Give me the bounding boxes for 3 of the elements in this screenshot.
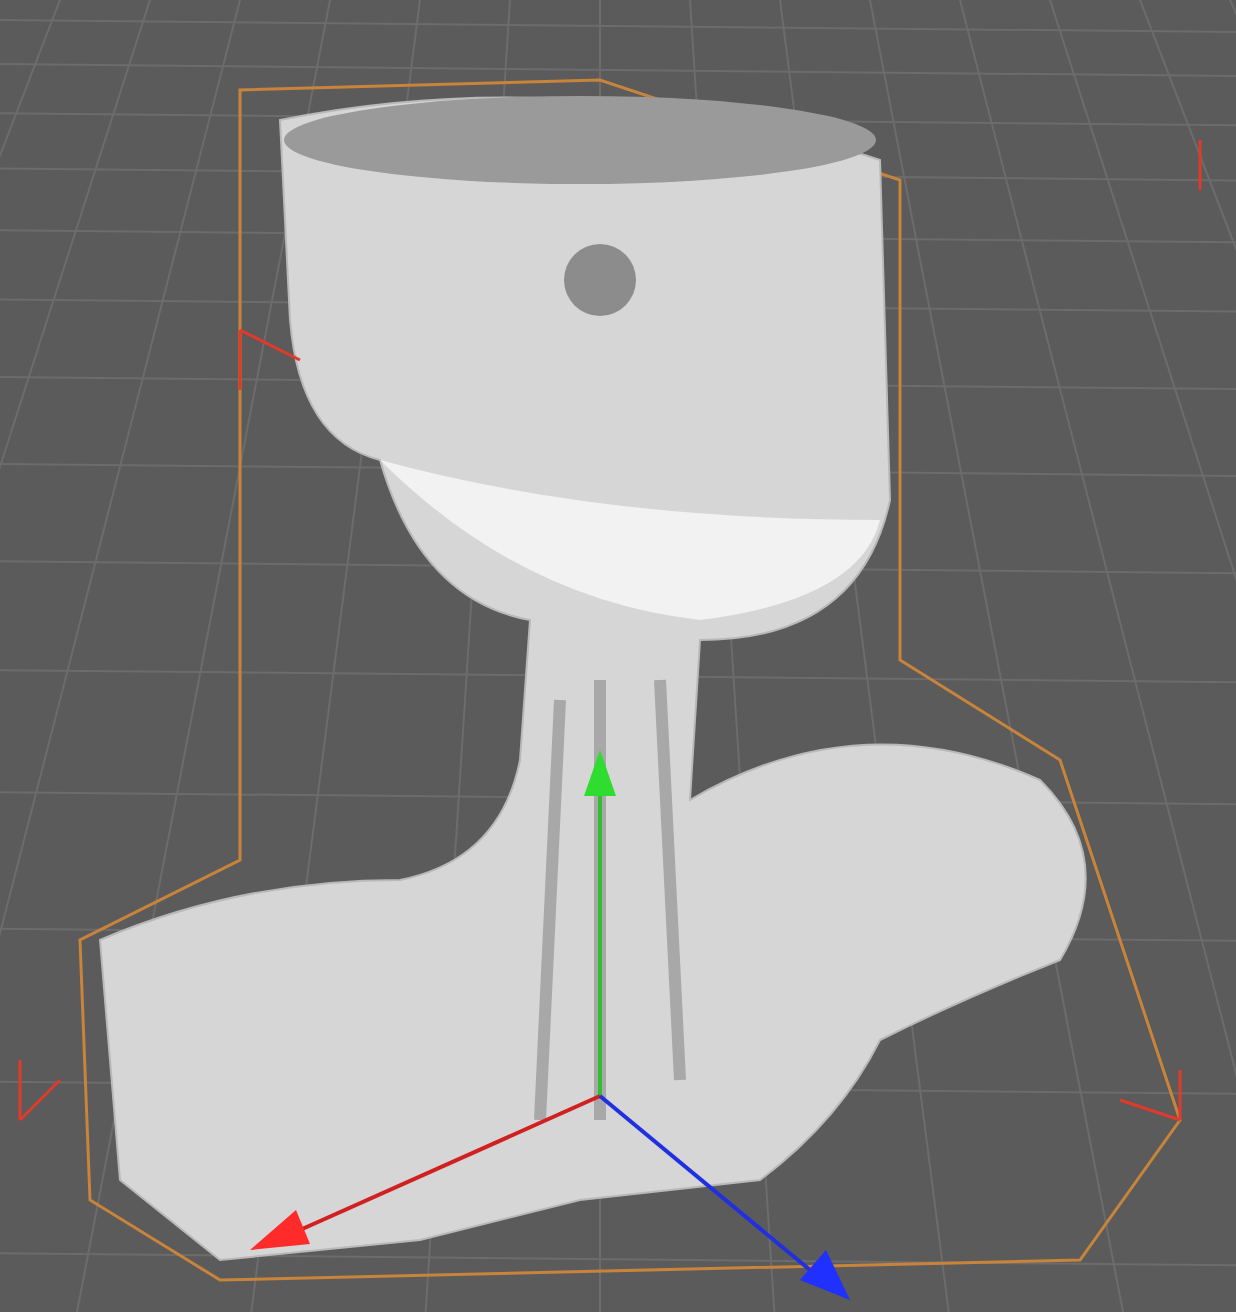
skull-model-drawing[interactable]: [78, 78, 1182, 1282]
axis-gizmo-drawing[interactable]: [250, 750, 850, 1300]
viewport[interactable]: [0, 0, 1236, 1312]
